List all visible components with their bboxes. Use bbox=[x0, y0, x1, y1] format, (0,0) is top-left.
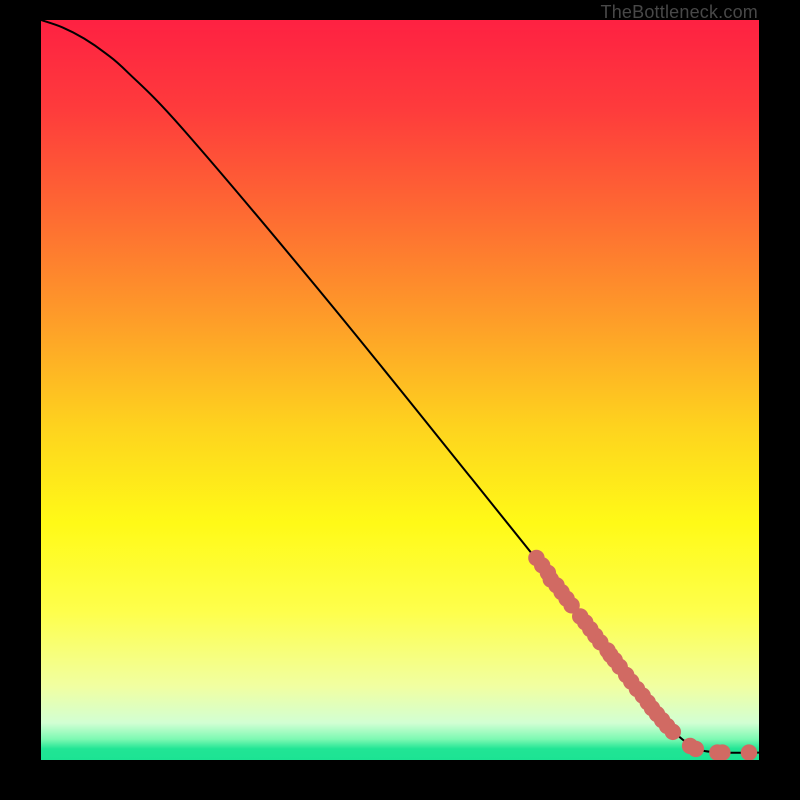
data-marker bbox=[665, 724, 681, 740]
chart-svg bbox=[41, 20, 759, 760]
data-marker bbox=[688, 741, 704, 757]
chart-frame bbox=[41, 20, 759, 760]
